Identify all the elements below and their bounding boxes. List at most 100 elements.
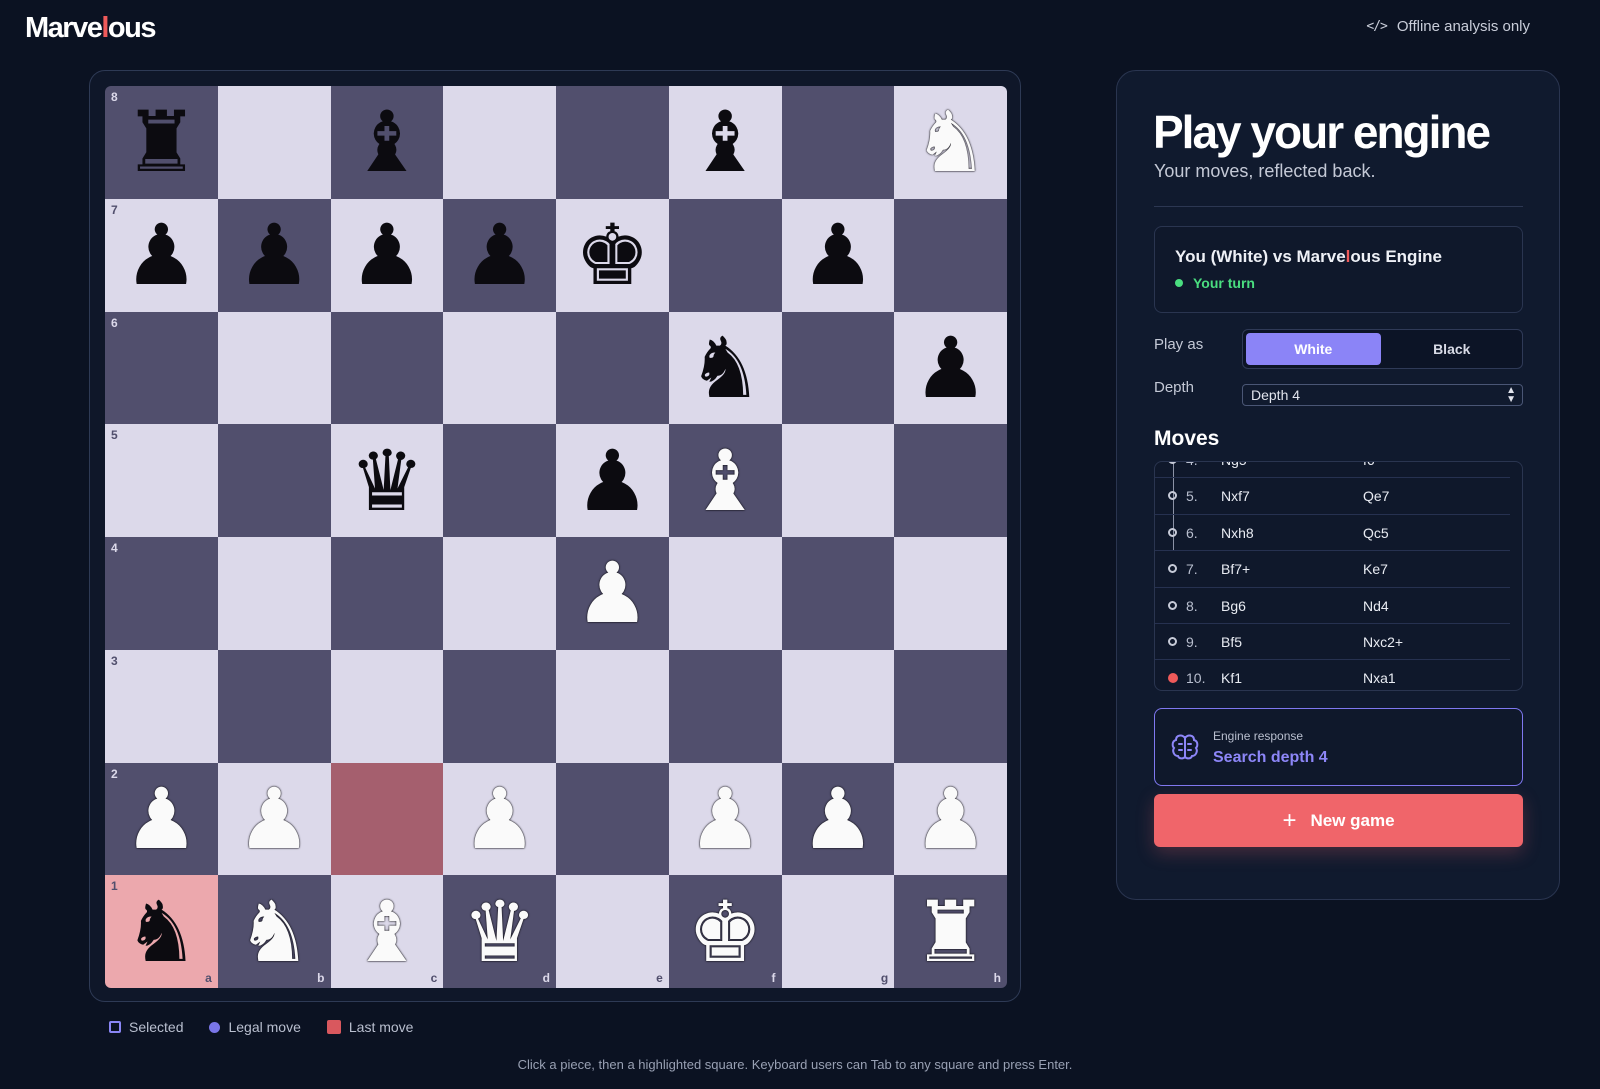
square-e4[interactable]: ♟ (556, 537, 669, 650)
square-b6[interactable] (217, 311, 331, 425)
white-pawn-icon[interactable]: ♟ (800, 777, 875, 861)
square-f5[interactable]: ♝ (668, 424, 782, 537)
black-pawn-icon[interactable]: ♟ (913, 326, 988, 410)
black-bishop-icon[interactable]: ♝ (687, 100, 762, 184)
square-h4[interactable] (894, 537, 1007, 650)
square-e6[interactable] (556, 311, 669, 425)
square-b3[interactable] (217, 649, 331, 763)
square-b4[interactable] (217, 537, 331, 650)
square-d6[interactable] (443, 311, 556, 425)
square-c4[interactable] (330, 537, 444, 650)
move-row[interactable]: 5. Nxf7 Qe7 (1155, 478, 1510, 515)
square-a7[interactable]: 7 ♟ (105, 198, 218, 312)
square-a8[interactable]: 8 ♜ (105, 86, 218, 199)
square-g3[interactable] (781, 649, 895, 763)
square-h7[interactable] (894, 198, 1007, 312)
square-e1[interactable]: e (556, 875, 669, 988)
square-h2[interactable]: ♟ (894, 762, 1007, 876)
black-pawn-icon[interactable]: ♟ (236, 213, 311, 297)
square-e5[interactable]: ♟ (556, 424, 669, 537)
square-h8[interactable]: ♞ (894, 86, 1007, 199)
square-c6[interactable] (330, 311, 444, 425)
white-pawn-icon[interactable]: ♟ (575, 551, 650, 635)
white-pawn-icon[interactable]: ♟ (913, 777, 988, 861)
square-b7[interactable]: ♟ (217, 198, 331, 312)
move-row[interactable]: 10. Kf1 Nxa1 (1155, 660, 1510, 690)
square-a5[interactable]: 5 (105, 424, 218, 537)
white-pawn-icon[interactable]: ♟ (124, 777, 199, 861)
black-pawn-icon[interactable]: ♟ (800, 213, 875, 297)
white-rook-icon[interactable]: ♜ (913, 890, 988, 974)
move-row[interactable]: 7. Bf7+ Ke7 (1155, 551, 1510, 588)
square-e2[interactable] (556, 762, 669, 876)
square-d8[interactable] (443, 86, 556, 199)
square-a4[interactable]: 4 (105, 537, 218, 650)
white-king-icon[interactable]: ♚ (687, 890, 762, 974)
square-g5[interactable] (781, 424, 895, 537)
square-b5[interactable] (217, 424, 331, 537)
square-e3[interactable] (556, 649, 669, 763)
black-knight-icon[interactable]: ♞ (687, 326, 762, 410)
square-e7[interactable]: ♚ (556, 198, 669, 312)
square-f2[interactable]: ♟ (668, 762, 782, 876)
black-rook-icon[interactable]: ♜ (124, 100, 199, 184)
square-f8[interactable]: ♝ (668, 86, 782, 199)
black-pawn-icon[interactable]: ♟ (124, 213, 199, 297)
square-g6[interactable] (781, 311, 895, 425)
white-bishop-icon[interactable]: ♝ (687, 439, 762, 523)
black-pawn-icon[interactable]: ♟ (349, 213, 424, 297)
square-b1[interactable]: b ♞ (217, 875, 331, 988)
square-g7[interactable]: ♟ (781, 198, 895, 312)
white-knight-icon[interactable]: ♞ (913, 100, 988, 184)
square-a3[interactable]: 3 (105, 649, 218, 763)
black-knight-icon[interactable]: ♞ (124, 890, 199, 974)
square-h5[interactable] (894, 424, 1007, 537)
square-c3[interactable] (330, 649, 444, 763)
play-white-button[interactable]: White (1246, 333, 1381, 365)
move-row[interactable]: 8. Bg6 Nd4 (1155, 588, 1510, 624)
square-d5[interactable] (443, 424, 556, 537)
depth-select[interactable]: Depth 4 ▲ ▼ (1242, 384, 1523, 406)
square-d2[interactable]: ♟ (443, 762, 556, 876)
white-knight-icon[interactable]: ♞ (236, 890, 311, 974)
new-game-button[interactable]: + New game (1154, 794, 1523, 847)
white-pawn-icon[interactable]: ♟ (687, 777, 762, 861)
white-queen-icon[interactable]: ♛ (462, 890, 537, 974)
square-c1[interactable]: c ♝ (330, 875, 444, 988)
square-a1[interactable]: 1 a ♞ (105, 875, 218, 988)
square-b8[interactable] (217, 86, 331, 199)
square-h3[interactable] (894, 649, 1007, 763)
moves-list[interactable]: 4. Ng5 f6 5. Nxf7 Qe7 6. Nxh8 Qc5 7. Bf7+ Ke7 8. Bg6 N… (1154, 461, 1523, 691)
square-g1[interactable]: g (781, 875, 895, 988)
square-g8[interactable] (781, 86, 895, 199)
square-f1[interactable]: f ♚ (668, 875, 782, 988)
black-queen-icon[interactable]: ♛ (349, 439, 424, 523)
square-c2[interactable] (330, 762, 444, 876)
black-bishop-icon[interactable]: ♝ (349, 100, 424, 184)
black-pawn-icon[interactable]: ♟ (575, 439, 650, 523)
square-a2[interactable]: 2 ♟ (105, 762, 218, 876)
white-pawn-icon[interactable]: ♟ (236, 777, 311, 861)
square-d3[interactable] (443, 649, 556, 763)
square-d4[interactable] (443, 537, 556, 650)
square-h1[interactable]: h ♜ (894, 875, 1007, 988)
square-f7[interactable] (668, 198, 782, 312)
square-f3[interactable] (668, 649, 782, 763)
black-pawn-icon[interactable]: ♟ (462, 213, 537, 297)
square-f4[interactable] (668, 537, 782, 650)
square-e8[interactable] (556, 86, 669, 199)
square-d7[interactable]: ♟ (443, 198, 556, 312)
square-d1[interactable]: d ♛ (443, 875, 556, 988)
move-row[interactable]: 4. Ng5 f6 (1155, 462, 1510, 479)
white-bishop-icon[interactable]: ♝ (349, 890, 424, 974)
square-b2[interactable]: ♟ (217, 762, 331, 876)
square-c8[interactable]: ♝ (330, 86, 444, 199)
move-row[interactable]: 9. Bf5 Nxc2+ (1155, 624, 1510, 661)
square-c5[interactable]: ♛ (330, 424, 444, 537)
square-h6[interactable]: ♟ (894, 311, 1007, 425)
move-row[interactable]: 6. Nxh8 Qc5 (1155, 515, 1510, 552)
square-g2[interactable]: ♟ (781, 762, 895, 876)
square-g4[interactable] (781, 537, 895, 650)
square-a6[interactable]: 6 (105, 311, 218, 425)
black-king-icon[interactable]: ♚ (575, 213, 650, 297)
